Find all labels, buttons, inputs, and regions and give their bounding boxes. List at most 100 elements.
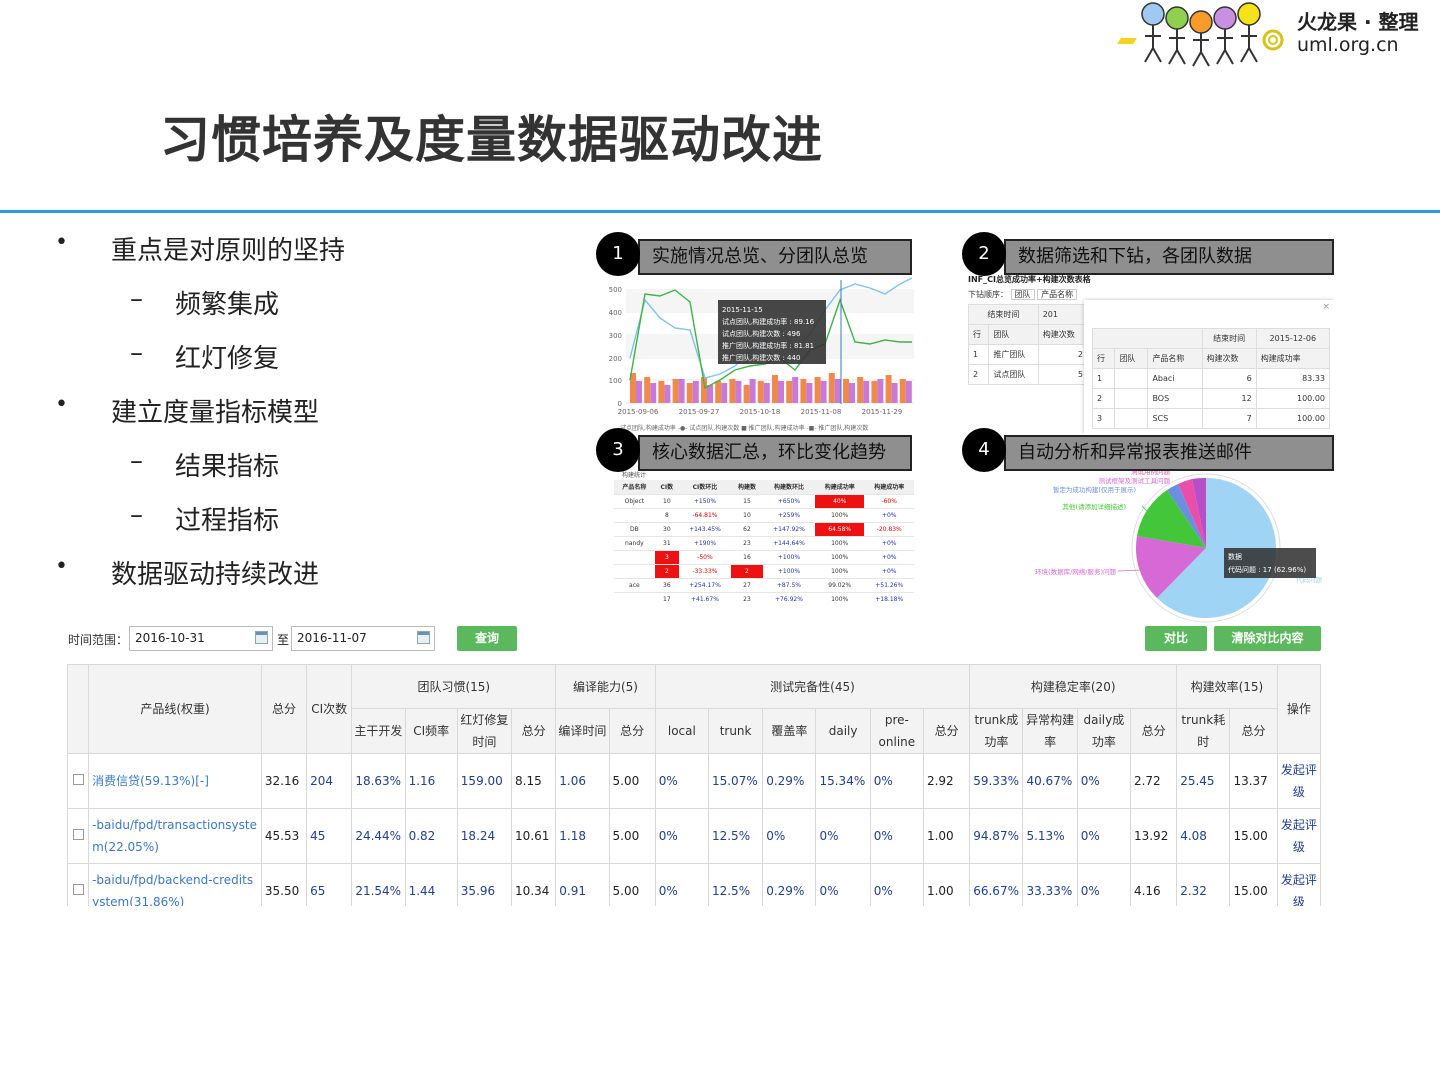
table-cell [614,508,655,523]
table-cell: 0% [869,808,924,864]
calendar-icon[interactable] [417,631,430,644]
bullet-item: • 建立度量指标模型 [55,390,555,444]
start-rating-button[interactable]: 发起评级 [1276,753,1322,809]
table-cell: +76.92% [762,592,815,604]
search-button[interactable]: 查询 [457,626,517,651]
table-row[interactable]: 3 -50% 16 +100% 100% +0% [614,550,914,565]
x-tick: 2015-09-06 [618,408,659,416]
table-cell [1114,408,1149,429]
bullet-item: – 红灯修复 [55,336,555,390]
column-header: 覆盖率 [762,708,817,754]
table-row[interactable]: -baidu/fpd/transactionsystem(22.05%) 45.5… [66,808,1322,864]
product-line-link[interactable]: -baidu/fpd/transactionsystem(22.05%) [88,808,262,864]
table-row[interactable]: 3 SCS 7 100.00 [1091,408,1331,429]
bar-mark [678,379,685,403]
panel-caption-2: 数据筛选和下钻，各团队数据 [1004,239,1334,275]
table-cell: 2.92 [922,753,971,809]
column-header: trunk成功率 [969,708,1024,754]
bar-mark [885,375,892,403]
table-cell: +0% [864,564,914,579]
table-row[interactable]: ace 36 +254.17% 27 +87.5% 99.02% +51.26% [614,578,914,593]
row-checkbox[interactable] [72,829,84,840]
table-cell: 13.37 [1229,753,1278,809]
table-cell: 100% [814,550,865,565]
table-row[interactable]: 8 -64.81% 10 +259% 100% +0% [614,508,914,523]
compare-button[interactable]: 对比 [1145,626,1207,651]
column-header: 总分 [260,664,308,754]
bar-mark [707,385,713,403]
clear-compare-button[interactable]: 清除对比内容 [1214,626,1321,651]
table-cell [614,550,655,565]
table-cell: +0% [864,550,914,565]
column-header: 主干开发 [351,708,406,754]
drilldown-front-table: 结束时间 2015-12-06 行 团队 产品名称 构建次数 构建成功率 1 Aba… [1091,328,1331,429]
calendar-icon[interactable] [255,631,268,644]
table-header: 产品名称 [614,480,655,495]
table-row[interactable]: 2 BOS 12 100.00 [1091,388,1331,409]
table-header: 构建成功率 [1255,348,1331,369]
table-header: 结束时间 [968,304,1039,325]
table-cell: 27 [730,578,763,593]
start-rating-button[interactable]: 发起评级 [1276,808,1322,864]
table-row[interactable]: nandy 31 +190% 23 +144.64% 100% +0% [614,536,914,551]
panel-number-4: 4 [962,428,1006,472]
start-date-input[interactable]: 2016-10-31 [129,626,273,651]
table-row[interactable]: 1 Abaci 6 83.33 [1091,368,1331,389]
table-cell: +147.92% [762,522,815,537]
close-icon[interactable]: × [1322,302,1330,312]
column-header: 红灯修复时间 [456,708,513,754]
table-cell: 12 [1201,388,1257,409]
table-row[interactable]: 消费信贷(59.13%)[-] 32.16 204 18.63% 1.16 159.00 8… [66,753,1322,809]
filter-tag[interactable]: 产品名称 [1037,289,1078,300]
product-line-link[interactable]: 消费信贷(59.13%)[-] [88,753,262,809]
table-cell: Object [614,494,655,509]
table-cell: +650% [762,494,815,509]
table-row[interactable]: Object 10 +150% 15 +650% 40% -60% [614,494,914,509]
panel-number-3: 3 [596,428,640,472]
table-cell: 100.00 [1255,408,1331,429]
exception-pie-chart: 测试用例问题 测试框架及测试工具问题 暂定为成功构建(仅用于展示) 其他(请添加… [1035,467,1323,623]
column-header: 产品线(权重) [88,664,262,754]
end-date-input[interactable]: 2016-11-07 [291,626,435,651]
table-row[interactable]: 2 试点团队 5 [967,364,1089,385]
table-cell: 15 [730,494,763,509]
table-row[interactable]: 17 +41.67% 23 +76.92% 100% +18.18% [614,592,914,604]
bar-mark [650,383,657,403]
table-cell: 2 [967,364,990,385]
row-checkbox[interactable] [72,774,84,785]
tooltip-line: 推广团队,构建次数 : 440 [722,353,800,362]
table-cell: -33.33% [678,564,731,579]
row-checkbox[interactable] [72,884,84,895]
table-cell: 3 [654,550,679,565]
title-divider [0,210,1440,213]
bullet-item: • 数据驱动持续改进 [55,552,555,606]
bar-mark [743,385,750,403]
table-cell: 3 [1091,408,1116,429]
table-header: 产品名称 [1147,348,1203,369]
table-row[interactable]: DB 30 +143.45% 62 +147.92% 64.58% -20.83% [614,522,914,537]
table-cell: +254.17% [678,578,731,593]
table-row[interactable]: 1 推广团队 2 [967,344,1089,365]
table-row[interactable]: 2 -33.33% 2 +100% 100% +0% [614,564,914,579]
bar-mark [658,381,665,403]
bullet-marker: – [130,338,143,368]
table-cell [614,564,655,579]
table-cell: 32.16 [260,753,308,809]
filter-tag[interactable]: 团队 [1010,289,1035,300]
bullet-list: • 重点是对原则的坚持 – 频繁集成 – 红灯修复 • 建立度量指标模型 – 结果指标 –… [55,228,555,606]
table-header: 构建次数 [1037,324,1089,345]
y-tick: 0 [618,400,622,408]
table-cell: +100% [762,564,815,579]
table-cell: Abaci [1147,368,1203,389]
bar-mark [814,377,821,403]
table-cell: 6 [1201,368,1257,389]
bar-mark [778,381,784,403]
table-cell: 1.18 [555,808,610,864]
column-header: 总分 [922,708,971,754]
panel-caption-4: 自动分析和异常报表推送邮件 [1004,435,1334,471]
pie-label: 其他(请添加详细描述) [1062,502,1126,511]
group-header: 构建效率(15) [1176,664,1278,709]
table-cell: 1.00 [922,808,971,864]
start-date-value: 2016-10-31 [135,631,205,645]
slide-bottom-margin [0,906,1440,1080]
